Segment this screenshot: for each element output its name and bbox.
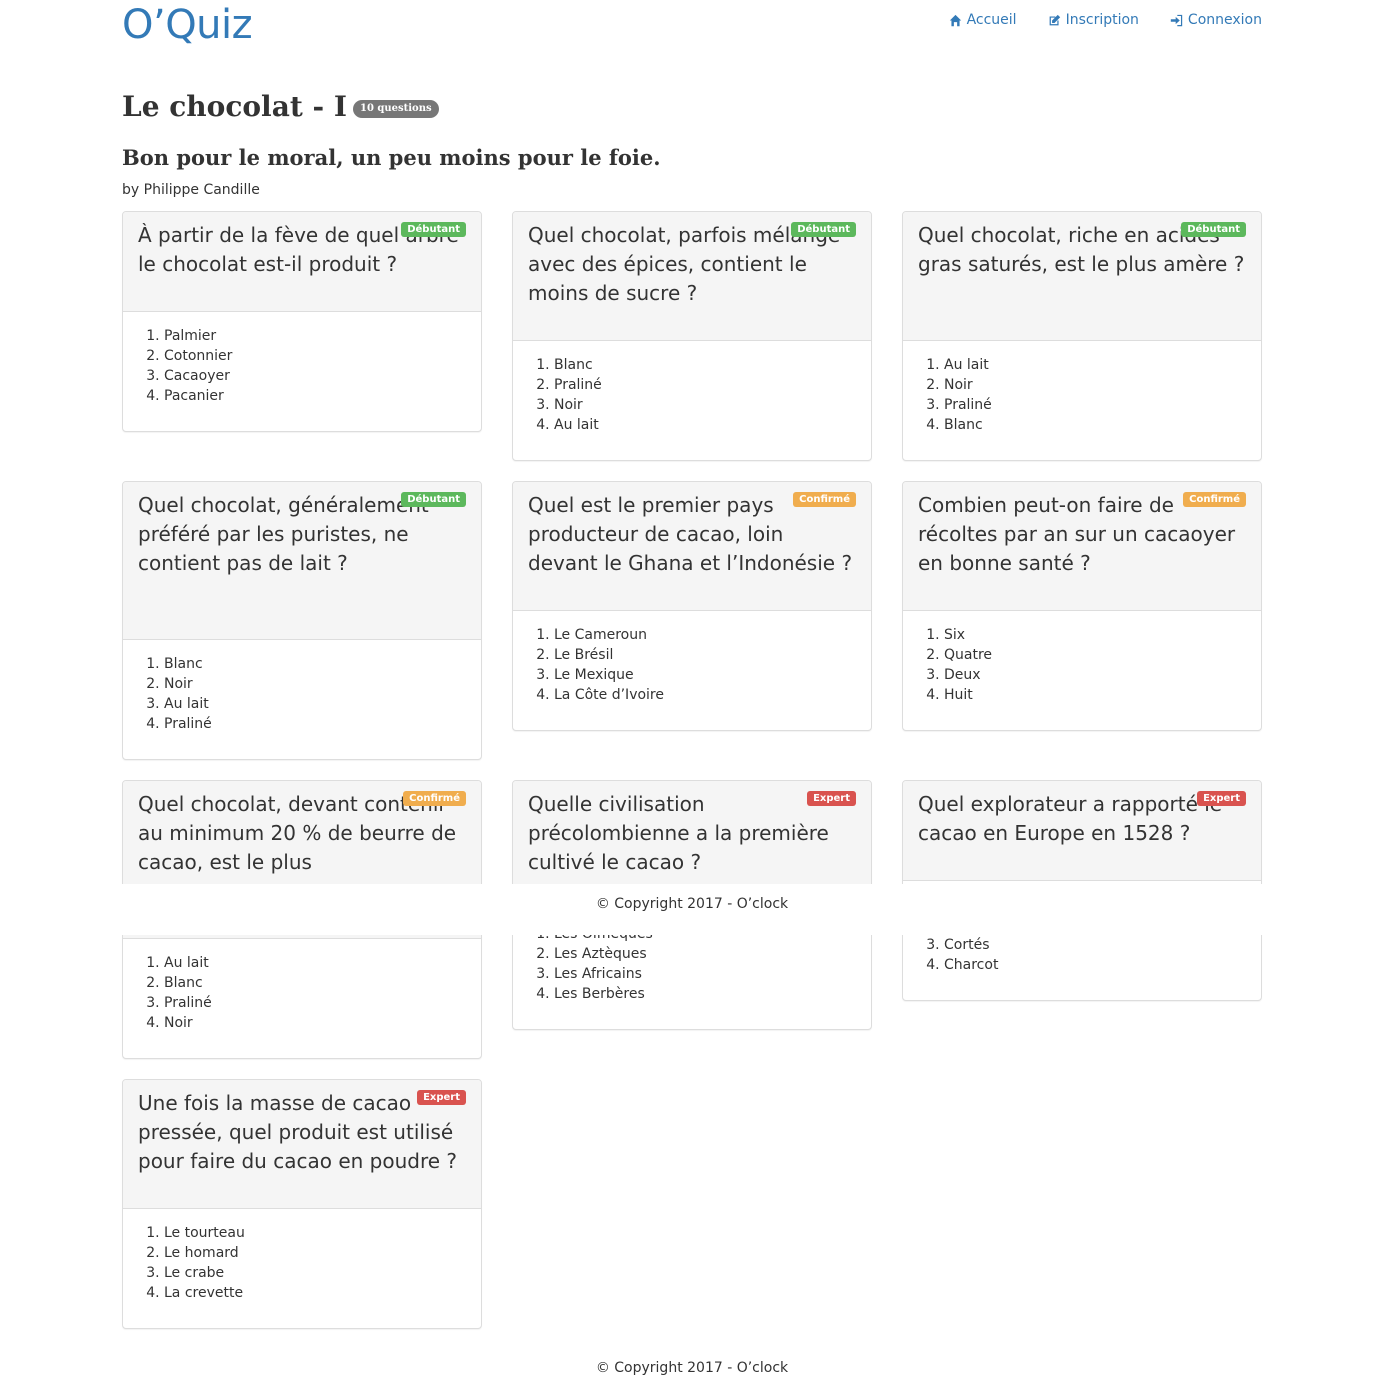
answer-list: Au lait Blanc Praliné Noir bbox=[138, 953, 466, 1033]
answer-list: Le Cameroun Le Brésil Le Mexique La Côte… bbox=[528, 625, 856, 705]
answer-item: La Côte d’Ivoire bbox=[554, 685, 856, 705]
answer-item: Quatre bbox=[944, 645, 1246, 665]
level-badge: Confirmé bbox=[1183, 492, 1246, 507]
answer-item: Cortés bbox=[944, 935, 1246, 955]
answers-section: Blanc Praliné Noir Au lait bbox=[513, 341, 871, 453]
answer-item: Noir bbox=[944, 375, 1246, 395]
page-footer: © Copyright 2017 - O’clock bbox=[0, 1358, 1384, 1378]
question-header: Une fois la masse de cacao pressée, quel… bbox=[123, 1080, 481, 1209]
brand-logo-link[interactable]: O’Quiz bbox=[122, 2, 253, 48]
answers-section: Six Quatre Deux Huit bbox=[903, 611, 1261, 723]
answers-section: Palmier Cotonnier Cacaoyer Pacanier bbox=[123, 312, 481, 424]
level-badge: Expert bbox=[417, 1090, 466, 1105]
question-card: Quel chocolat, généralement préféré par … bbox=[122, 481, 482, 760]
answer-item: Les Africains bbox=[554, 964, 856, 984]
answer-list: Au lait Noir Praliné Blanc bbox=[918, 355, 1246, 435]
question-card: Combien peut-on faire de récoltes par an… bbox=[902, 481, 1262, 731]
answer-item: Blanc bbox=[944, 415, 1246, 435]
answer-item: Au lait bbox=[164, 953, 466, 973]
answers-section: Le tourteau Le homard Le crabe La crevet… bbox=[123, 1209, 481, 1321]
answer-item: Les Berbères bbox=[554, 984, 856, 1004]
nav-accueil-link[interactable]: Accueil bbox=[949, 10, 1017, 30]
nav-inscription-link[interactable]: Inscription bbox=[1048, 10, 1139, 30]
answer-list: Le tourteau Le homard Le crabe La crevet… bbox=[138, 1223, 466, 1303]
answer-list: Six Quatre Deux Huit bbox=[918, 625, 1246, 705]
answer-item: Le Cameroun bbox=[554, 625, 856, 645]
question-card: Quel est le premier pays producteur de c… bbox=[512, 481, 872, 731]
question-card: Quel chocolat, parfois mélangé avec des … bbox=[512, 211, 872, 461]
nav-accueil-label: Accueil bbox=[966, 12, 1017, 28]
answer-item: Blanc bbox=[554, 355, 856, 375]
level-badge: Débutant bbox=[1181, 222, 1246, 237]
level-badge: Expert bbox=[1197, 791, 1246, 806]
answers-section: Au lait Noir Praliné Blanc bbox=[903, 341, 1261, 453]
level-badge: Débutant bbox=[401, 492, 466, 507]
footer-copyright: © Copyright 2017 - O’clock bbox=[595, 896, 789, 912]
question-header: Combien peut-on faire de récoltes par an… bbox=[903, 482, 1261, 611]
question-header: Quel explorateur a rapporté le cacao en … bbox=[903, 781, 1261, 881]
answer-item: Praliné bbox=[554, 375, 856, 395]
answer-item: Praliné bbox=[944, 395, 1246, 415]
quiz-subtitle: Bon pour le moral, un peu moins pour le … bbox=[122, 145, 661, 170]
answer-item: Les Aztèques bbox=[554, 944, 856, 964]
fixed-footer: © Copyright 2017 - O’clock bbox=[0, 884, 1384, 935]
answer-item: Noir bbox=[164, 674, 466, 694]
answer-item: Blanc bbox=[164, 654, 466, 674]
sign-in-icon bbox=[1170, 14, 1183, 26]
footer-copyright: © Copyright 2017 - O’clock bbox=[595, 1360, 789, 1376]
answer-item: Cotonnier bbox=[164, 346, 466, 366]
home-icon bbox=[949, 14, 961, 26]
answers-section: Blanc Noir Au lait Praliné bbox=[123, 640, 481, 752]
answer-item: Deux bbox=[944, 665, 1246, 685]
answer-list: Palmier Cotonnier Cacaoyer Pacanier bbox=[138, 326, 466, 406]
level-badge: Confirmé bbox=[793, 492, 856, 507]
answers-section: Au lait Blanc Praliné Noir bbox=[123, 939, 481, 1051]
answer-item: Au lait bbox=[164, 694, 466, 714]
answer-item: Charcot bbox=[944, 955, 1246, 975]
top-nav: Accueil Inscription Connexion bbox=[949, 10, 1262, 30]
question-header: Quel chocolat, riche en acides gras satu… bbox=[903, 212, 1261, 341]
question-card: Une fois la masse de cacao pressée, quel… bbox=[122, 1079, 482, 1329]
nav-connexion-label: Connexion bbox=[1187, 12, 1262, 28]
answer-item: Le Brésil bbox=[554, 645, 856, 665]
question-header: Quel est le premier pays producteur de c… bbox=[513, 482, 871, 611]
answer-list: Blanc Praliné Noir Au lait bbox=[528, 355, 856, 435]
answer-item: Au lait bbox=[944, 355, 1246, 375]
nav-connexion-link[interactable]: Connexion bbox=[1170, 10, 1262, 30]
question-header: À partir de la fève de quel arbre le cho… bbox=[123, 212, 481, 312]
answer-item: Cacaoyer bbox=[164, 366, 466, 386]
nav-inscription-label: Inscription bbox=[1065, 12, 1139, 28]
question-card: À partir de la fève de quel arbre le cho… bbox=[122, 211, 482, 432]
answer-item: Praliné bbox=[164, 993, 466, 1013]
answer-item: Le tourteau bbox=[164, 1223, 466, 1243]
answer-item: Blanc bbox=[164, 973, 466, 993]
answer-list: Blanc Noir Au lait Praliné bbox=[138, 654, 466, 734]
edit-icon bbox=[1049, 14, 1060, 25]
quiz-author: by Philippe Candille bbox=[122, 182, 260, 198]
answer-item: La crevette bbox=[164, 1283, 466, 1303]
level-badge: Confirmé bbox=[403, 791, 466, 806]
answer-item: Le homard bbox=[164, 1243, 466, 1263]
level-badge: Expert bbox=[807, 791, 856, 806]
answer-item: Au lait bbox=[554, 415, 856, 435]
question-header: Quel chocolat, parfois mélangé avec des … bbox=[513, 212, 871, 341]
answer-item: Pacanier bbox=[164, 386, 466, 406]
answer-item: Noir bbox=[164, 1013, 466, 1033]
answer-list: Les Olmèques Les Aztèques Les Africains … bbox=[528, 924, 856, 1004]
quiz-title: Le chocolat - I 10 questions bbox=[122, 88, 439, 126]
quiz-title-text: Le chocolat - I bbox=[122, 90, 347, 123]
answer-item: Six bbox=[944, 625, 1246, 645]
level-badge: Débutant bbox=[401, 222, 466, 237]
level-badge: Débutant bbox=[791, 222, 856, 237]
answer-item: Huit bbox=[944, 685, 1246, 705]
answers-section: Le Cameroun Le Brésil Le Mexique La Côte… bbox=[513, 611, 871, 723]
answer-item: Palmier bbox=[164, 326, 466, 346]
answer-item: Le Mexique bbox=[554, 665, 856, 685]
answer-item: Praliné bbox=[164, 714, 466, 734]
question-card: Quel chocolat, riche en acides gras satu… bbox=[902, 211, 1262, 461]
question-header: Quel chocolat, généralement préféré par … bbox=[123, 482, 481, 640]
answer-item: Le crabe bbox=[164, 1263, 466, 1283]
question-count-badge: 10 questions bbox=[352, 100, 439, 118]
answer-item: Noir bbox=[554, 395, 856, 415]
